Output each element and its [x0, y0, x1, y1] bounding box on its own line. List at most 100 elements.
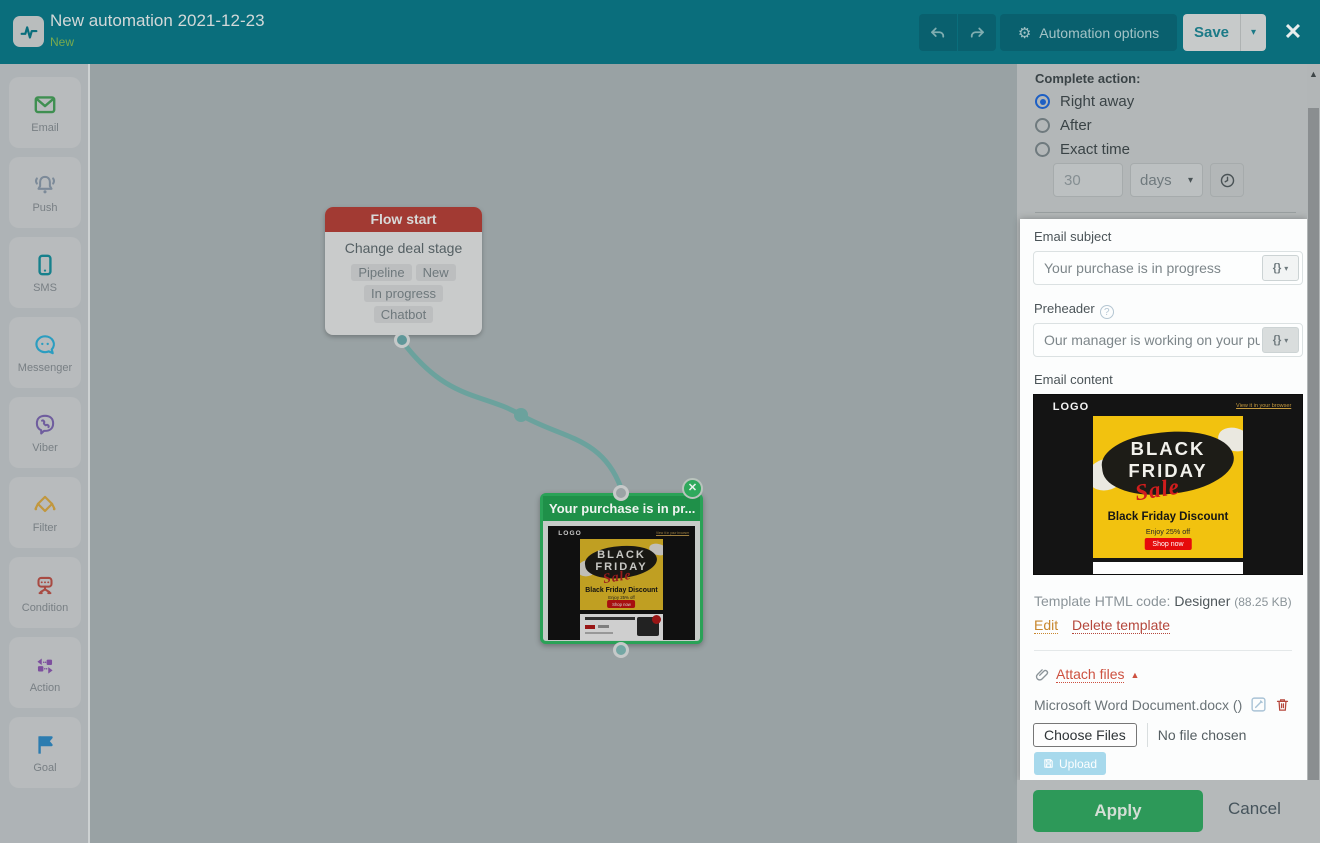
sidebar-item-goal[interactable]: Goal	[9, 717, 81, 788]
redo-button[interactable]	[958, 14, 996, 51]
preview-product-strip	[1092, 562, 1244, 574]
top-header: New automation 2021-12-23 New ⚙ Automati…	[0, 0, 1320, 64]
preview-offer: Enjoy 25% off	[608, 594, 635, 600]
preview-browser-link: View it in your browser	[1236, 403, 1292, 410]
preheader-label: Preheader?	[1034, 301, 1114, 319]
sidebar-item-email[interactable]: Email	[9, 77, 81, 148]
preview-offer: Enjoy 25% off	[1145, 527, 1191, 537]
template-size: (88.25 KB)	[1234, 595, 1292, 609]
preview-subheading: Black Friday Discount	[1107, 511, 1229, 524]
undo-button[interactable]	[919, 14, 957, 51]
sidebar-item-label: Messenger	[17, 361, 73, 374]
radio-after[interactable]: After	[1035, 117, 1092, 134]
undo-icon	[931, 27, 945, 38]
preview-cta-button: Shop now	[607, 600, 636, 609]
subject-variables-button[interactable]: {} ▾	[1262, 255, 1299, 281]
preview-logo: LOGO	[558, 529, 582, 537]
radio-icon[interactable]	[1035, 118, 1050, 133]
save-dropdown-button[interactable]: ▾	[1240, 14, 1266, 51]
tag-chip: In progress	[363, 285, 444, 302]
gear-icon: ⚙	[1017, 24, 1032, 42]
radio-label: Right away	[1060, 93, 1135, 110]
divider	[1034, 650, 1292, 651]
choose-files-button[interactable]: Choose Files	[1033, 723, 1137, 747]
delay-unit-value: days	[1140, 171, 1172, 189]
page-title: New automation 2021-12-23	[50, 11, 265, 30]
panel-scrollbar[interactable]: ▲	[1307, 64, 1320, 780]
attach-files-toggle[interactable]: Attach files ▲	[1034, 666, 1139, 683]
scrollbar-thumb[interactable]	[1308, 108, 1319, 780]
condition-robot-icon	[37, 576, 53, 594]
close-icon: ✕	[687, 482, 698, 494]
product-title-bar	[585, 617, 635, 621]
radio-icon[interactable]	[1035, 142, 1050, 157]
email-content-label: Email content	[1034, 372, 1113, 387]
sidebar-item-viber[interactable]: Viber	[9, 397, 81, 468]
sidebar-item-push[interactable]: Push	[9, 157, 81, 228]
delay-unit-select[interactable]: days ▾	[1130, 163, 1203, 197]
preheader-label-text: Preheader	[1034, 301, 1095, 316]
filter-icon	[34, 495, 56, 512]
braces-icon: {}	[1272, 262, 1282, 274]
preheader-variables-button[interactable]: {} ▾	[1262, 327, 1299, 353]
delay-value-input[interactable]	[1053, 163, 1123, 197]
product-badge	[652, 614, 662, 624]
radio-right-away[interactable]: Right away	[1035, 93, 1134, 110]
file-input-row: Choose Files No file chosen	[1033, 723, 1246, 747]
exact-time-clock-button[interactable]	[1210, 163, 1244, 197]
edit-template-link[interactable]: Edit	[1034, 617, 1059, 634]
clock-icon	[1220, 173, 1234, 187]
tag-chip: Chatbot	[373, 306, 434, 323]
sidebar-item-label: Push	[32, 201, 58, 214]
sidebar-item-label: Condition	[21, 601, 69, 614]
no-file-chosen-text: No file chosen	[1146, 723, 1246, 747]
sidebar-item-condition[interactable]: Condition	[9, 557, 81, 628]
sidebar-item-action[interactable]: Action	[9, 637, 81, 708]
delete-file-icon[interactable]	[1275, 696, 1290, 713]
preview-heading: BLACK	[1130, 437, 1206, 459]
scroll-up-arrow[interactable]: ▲	[1309, 69, 1318, 79]
sidebar-item-filter[interactable]: Filter	[9, 477, 81, 548]
email-step-node[interactable]: Your purchase is in pr... LOGO View it i…	[540, 493, 703, 644]
save-button[interactable]: Save	[1183, 14, 1240, 51]
delete-template-link[interactable]: Delete template	[1072, 617, 1171, 634]
sidebar-item-messenger[interactable]: Messenger	[9, 317, 81, 388]
preview-browser-link: View it in your browser	[656, 531, 690, 536]
sidebar-item-label: Filter	[32, 521, 58, 534]
phone-icon	[38, 254, 52, 275]
upload-button[interactable]: Upload	[1034, 752, 1107, 775]
connector-midpoint-dot	[514, 408, 528, 422]
edit-file-icon[interactable]	[1250, 696, 1267, 713]
flow-start-header: Flow start	[325, 207, 482, 232]
preview-logo: LOGO	[1052, 401, 1090, 414]
attached-file-row: Microsoft Word Document.docx ()	[1034, 696, 1290, 713]
automation-status: New	[50, 35, 75, 49]
close-button[interactable]: ✕	[1281, 20, 1305, 44]
save-disk-icon	[1044, 759, 1053, 768]
template-name: Designer	[1174, 593, 1231, 609]
tag-chip: New	[415, 264, 456, 281]
app-logo	[13, 16, 44, 47]
help-icon[interactable]: ?	[1099, 305, 1114, 319]
email-node-output-port[interactable]	[613, 642, 629, 658]
cancel-button[interactable]: Cancel	[1228, 799, 1281, 819]
apply-button[interactable]: Apply	[1033, 790, 1203, 832]
template-label: Template HTML code:	[1034, 593, 1171, 609]
radio-label: Exact time	[1060, 141, 1131, 158]
preview-sale-script: Sale	[602, 567, 633, 587]
email-node-preview: LOGO View it in your browser BLACK FRIDA…	[548, 526, 695, 640]
radio-selected-icon[interactable]	[1035, 94, 1050, 109]
email-node-input-port[interactable]	[613, 485, 629, 501]
flow-start-output-port[interactable]	[394, 332, 410, 348]
elements-sidebar: Email Push SMS Messenger Viber Filter Co…	[0, 64, 90, 843]
paperclip-icon	[1035, 668, 1049, 681]
email-content-preview[interactable]: LOGO View it in your browser BLACK FRIDA…	[1033, 394, 1303, 575]
email-icon	[34, 95, 56, 113]
automation-options-button[interactable]: ⚙ Automation options	[1000, 14, 1177, 51]
delete-node-button[interactable]: ✕	[682, 478, 703, 499]
attach-files-link[interactable]: Attach files	[1056, 666, 1125, 683]
sidebar-item-sms[interactable]: SMS	[9, 237, 81, 308]
flow-start-node[interactable]: Flow start Change deal stage Pipeline New…	[325, 207, 482, 335]
radio-exact-time[interactable]: Exact time	[1035, 141, 1130, 158]
pulse-icon	[20, 25, 37, 39]
